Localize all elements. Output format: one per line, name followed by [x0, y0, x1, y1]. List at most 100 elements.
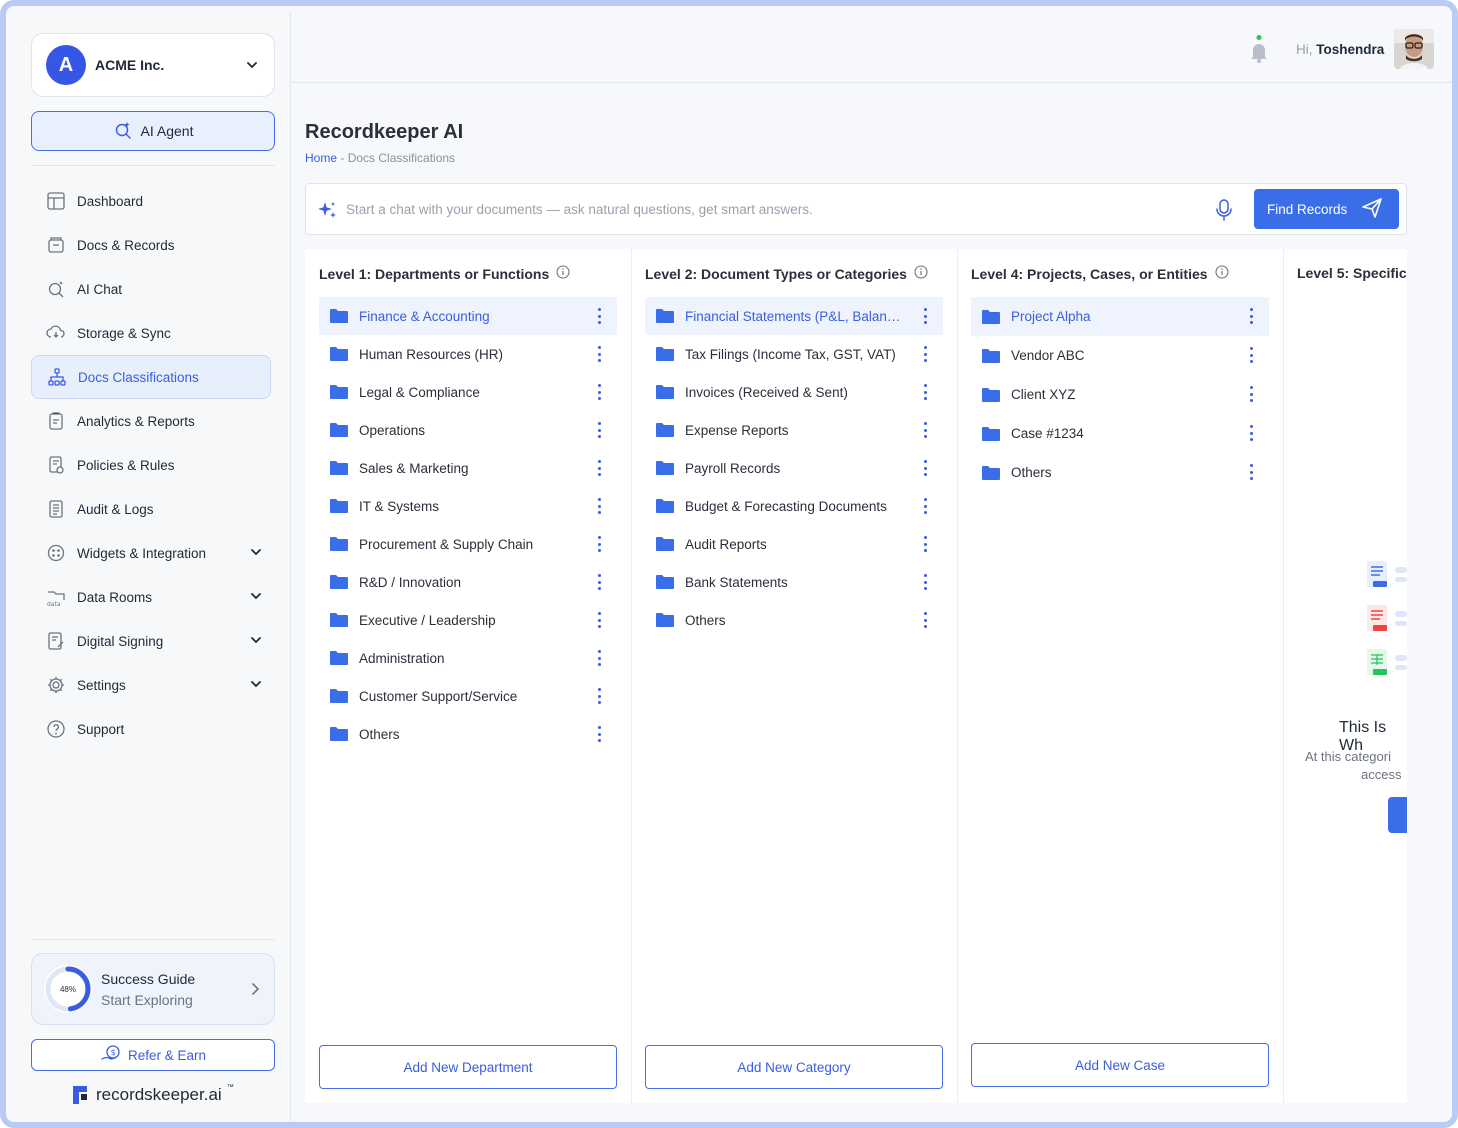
- list-item[interactable]: Operations: [319, 411, 617, 449]
- list-item[interactable]: Financial Statements (P&L, Balance Sheet…: [645, 297, 943, 335]
- list-item-label: Tax Filings (Income Tax, GST, VAT): [685, 346, 896, 362]
- refer-earn-button[interactable]: $ Refer & Earn: [31, 1039, 275, 1071]
- avatar[interactable]: [1394, 29, 1434, 69]
- folder-list: Finance & Accounting Human Resources (HR)…: [319, 297, 617, 753]
- more-options-icon[interactable]: [597, 726, 601, 742]
- folder-icon: [329, 612, 349, 628]
- list-item-label: Invoices (Received & Sent): [685, 384, 848, 400]
- more-options-icon[interactable]: [597, 384, 601, 400]
- list-item[interactable]: Legal & Compliance: [319, 373, 617, 411]
- info-icon[interactable]: [1214, 265, 1229, 282]
- list-item[interactable]: Audit Reports: [645, 525, 943, 563]
- list-item[interactable]: Others: [645, 601, 943, 639]
- sparkle-icon: [315, 199, 339, 228]
- sidebar-item-data-rooms[interactable]: data Data Rooms: [31, 575, 275, 619]
- breadcrumb-home[interactable]: Home: [305, 151, 337, 165]
- add-item-button[interactable]: Add New Category: [645, 1045, 943, 1089]
- list-item[interactable]: Project Alpha: [971, 297, 1269, 336]
- more-options-icon[interactable]: [1249, 386, 1253, 402]
- list-item[interactable]: Others: [971, 453, 1269, 492]
- list-item[interactable]: Budget & Forecasting Documents: [645, 487, 943, 525]
- sidebar-item-docs-classifications[interactable]: Docs Classifications: [31, 355, 271, 399]
- add-item-button[interactable]: Add New Case: [971, 1043, 1269, 1087]
- microphone-icon[interactable]: [1213, 198, 1235, 227]
- list-item[interactable]: Client XYZ: [971, 375, 1269, 414]
- list-item-label: Administration: [359, 650, 445, 666]
- find-records-button[interactable]: Find Records: [1254, 189, 1399, 229]
- cloud-sync-icon: [46, 323, 66, 343]
- sidebar-item-analytics-reports[interactable]: Analytics & Reports: [31, 399, 275, 443]
- list-item-label: Executive / Leadership: [359, 612, 496, 628]
- more-options-icon[interactable]: [923, 612, 927, 628]
- list-item-label: Audit Reports: [685, 536, 767, 552]
- list-item[interactable]: Administration: [319, 639, 617, 677]
- more-options-icon[interactable]: [923, 384, 927, 400]
- list-item[interactable]: R&D / Innovation: [319, 563, 617, 601]
- chevron-down-icon: [249, 633, 263, 650]
- ai-agent-button[interactable]: AI Agent: [31, 111, 275, 151]
- list-item-label: R&D / Innovation: [359, 574, 462, 590]
- list-item[interactable]: Procurement & Supply Chain: [319, 525, 617, 563]
- list-item[interactable]: Bank Statements: [645, 563, 943, 601]
- list-item[interactable]: IT & Systems: [319, 487, 617, 525]
- list-item[interactable]: Case #1234: [971, 414, 1269, 453]
- success-guide-card[interactable]: 48% Success Guide Start Exploring: [31, 953, 275, 1025]
- sidebar-item-ai-chat[interactable]: AI Chat: [31, 267, 275, 311]
- more-options-icon[interactable]: [597, 650, 601, 666]
- list-item[interactable]: Vendor ABC: [971, 336, 1269, 375]
- more-options-icon[interactable]: [597, 308, 601, 324]
- list-item[interactable]: Executive / Leadership: [319, 601, 617, 639]
- list-item[interactable]: Payroll Records: [645, 449, 943, 487]
- list-item[interactable]: Others: [319, 715, 617, 753]
- chat-input-placeholder[interactable]: Start a chat with your documents — ask n…: [346, 202, 813, 217]
- sidebar-item-widgets-integration[interactable]: Widgets & Integration: [31, 531, 275, 575]
- sidebar-item-storage-sync[interactable]: Storage & Sync: [31, 311, 275, 355]
- policy-icon: [46, 455, 66, 475]
- more-options-icon[interactable]: [597, 574, 601, 590]
- sidebar-item-support[interactable]: Support: [31, 707, 275, 751]
- list-item[interactable]: Sales & Marketing: [319, 449, 617, 487]
- sidebar-item-digital-signing[interactable]: Digital Signing: [31, 619, 275, 663]
- more-options-icon[interactable]: [1249, 308, 1253, 324]
- sidebar-item-settings[interactable]: Settings: [31, 663, 275, 707]
- chat-search-bar[interactable]: Start a chat with your documents — ask n…: [305, 183, 1407, 235]
- empty-state-action-button[interactable]: [1388, 797, 1407, 833]
- org-switcher[interactable]: A ACME Inc.: [31, 33, 275, 97]
- sidebar-item-docs-records[interactable]: Docs & Records: [31, 223, 275, 267]
- more-options-icon[interactable]: [1249, 347, 1253, 363]
- sidebar-item-policies-rules[interactable]: Policies & Rules: [31, 443, 275, 487]
- more-options-icon[interactable]: [597, 498, 601, 514]
- more-options-icon[interactable]: [597, 422, 601, 438]
- list-item[interactable]: Customer Support/Service: [319, 677, 617, 715]
- list-item[interactable]: Human Resources (HR): [319, 335, 617, 373]
- sidebar-divider: [31, 165, 275, 166]
- list-item[interactable]: Expense Reports: [645, 411, 943, 449]
- list-item[interactable]: Invoices (Received & Sent): [645, 373, 943, 411]
- more-options-icon[interactable]: [1249, 425, 1253, 441]
- more-options-icon[interactable]: [923, 308, 927, 324]
- bell-icon[interactable]: [1247, 35, 1271, 70]
- list-item[interactable]: Tax Filings (Income Tax, GST, VAT): [645, 335, 943, 373]
- more-options-icon[interactable]: [597, 612, 601, 628]
- list-item[interactable]: Finance & Accounting: [319, 297, 617, 335]
- more-options-icon[interactable]: [597, 536, 601, 552]
- sidebar-item-dashboard[interactable]: Dashboard: [31, 179, 275, 223]
- folder-icon: [329, 688, 349, 704]
- add-item-button[interactable]: Add New Department: [319, 1045, 617, 1089]
- more-options-icon[interactable]: [923, 574, 927, 590]
- more-options-icon[interactable]: [923, 346, 927, 362]
- sidebar-item-label: Audit & Logs: [77, 501, 154, 517]
- column-title-text: Level 1: Departments or Functions: [319, 265, 550, 282]
- more-options-icon[interactable]: [597, 346, 601, 362]
- more-options-icon[interactable]: [923, 536, 927, 552]
- list-item-label: IT & Systems: [359, 498, 440, 514]
- more-options-icon[interactable]: [923, 422, 927, 438]
- more-options-icon[interactable]: [923, 460, 927, 476]
- more-options-icon[interactable]: [923, 498, 927, 514]
- sidebar-item-audit-logs[interactable]: Audit & Logs: [31, 487, 275, 531]
- more-options-icon[interactable]: [1249, 464, 1253, 480]
- info-icon[interactable]: [914, 265, 928, 282]
- info-icon[interactable]: [556, 265, 570, 282]
- more-options-icon[interactable]: [597, 460, 601, 476]
- more-options-icon[interactable]: [597, 688, 601, 704]
